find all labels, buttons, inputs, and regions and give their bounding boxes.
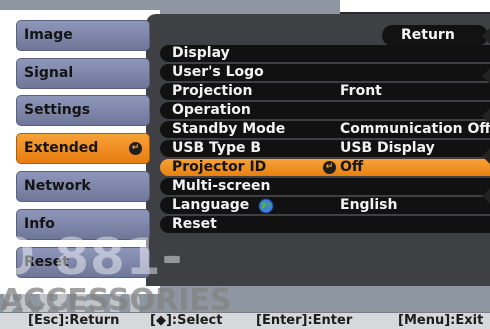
side-menu-item-info[interactable]: Info <box>16 209 150 240</box>
side-menu-label: Extended <box>24 140 99 156</box>
submenu-item-label: Operation <box>172 102 251 118</box>
side-menu-label: Info <box>24 216 55 232</box>
submenu-item-label: Display <box>172 45 230 61</box>
help-enter: [Enter]:Enter <box>256 313 353 328</box>
scroll-edge-decoration <box>482 28 490 204</box>
language-value: English <box>340 197 398 213</box>
submenu-item-label: User's Logo <box>172 64 264 80</box>
side-menu-item-extended[interactable]: Extended ↵ <box>16 133 150 164</box>
standby-mode-value: Communication Off <box>340 121 490 137</box>
projection-value: Front <box>340 83 382 99</box>
submenu-item-label: Projector ID <box>172 159 267 175</box>
help-esc: [Esc]:Return <box>28 313 120 328</box>
return-button[interactable]: Return <box>382 25 488 46</box>
submenu-item-label: Multi-screen <box>172 178 271 194</box>
globe-icon <box>258 198 274 214</box>
top-strip <box>340 0 490 14</box>
side-menu-label: Signal <box>24 65 74 81</box>
submenu-item-label: Language <box>172 197 250 213</box>
side-menu-item-network[interactable]: Network <box>16 171 150 202</box>
return-label: Return <box>401 27 455 43</box>
enter-icon: ↵ <box>323 161 336 174</box>
submenu-item-label: Standby Mode <box>172 121 286 137</box>
submenu-item-label: Projection <box>172 83 253 99</box>
side-menu-item-reset[interactable]: Reset <box>16 247 150 278</box>
help-select: [◆]:Select <box>150 313 223 328</box>
side-menu-label: Image <box>24 27 73 43</box>
usb-type-b-value: USB Display <box>340 140 435 156</box>
side-menu-label: Network <box>24 178 91 194</box>
submenu-item-label: Reset <box>172 216 217 232</box>
side-menu-item-signal[interactable]: Signal <box>16 58 150 89</box>
help-bar: [Esc]:Return [◆]:Select [Enter]:Enter [M… <box>0 312 490 329</box>
side-menu-label: Reset <box>24 254 69 270</box>
help-menu: [Menu]:Exit <box>398 313 484 328</box>
enter-icon: ↵ <box>129 142 142 155</box>
side-menu-label: Settings <box>24 102 91 118</box>
side-menu-item-image[interactable]: Image <box>16 20 150 51</box>
submenu-item-label: USB Type B <box>172 140 262 156</box>
side-menu-item-settings[interactable]: Settings <box>16 95 150 126</box>
projector-id-value: Off <box>340 159 364 175</box>
